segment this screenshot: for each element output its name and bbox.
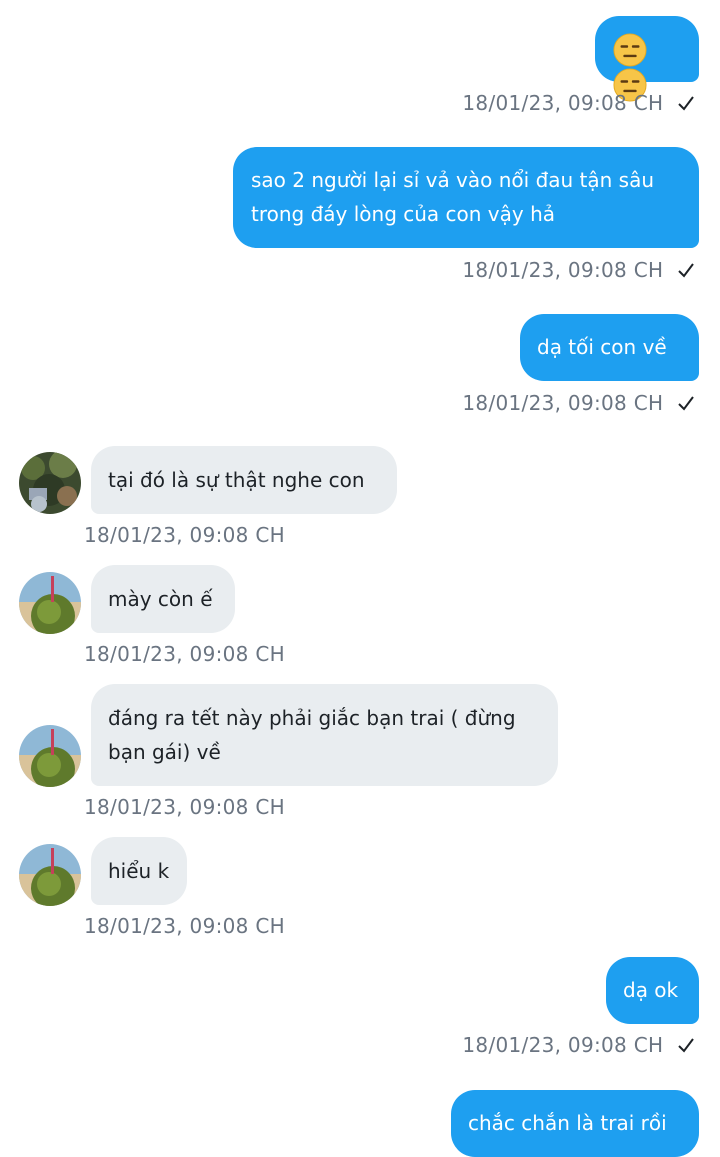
expressionless-face-icon [613, 32, 647, 67]
message-timestamp: 18/01/23, 09:08 CH [462, 390, 696, 416]
sent-check-icon [678, 396, 694, 411]
message-text: dạ ok [623, 978, 679, 1002]
sent-check-icon [678, 1038, 694, 1053]
avatar[interactable] [19, 572, 81, 634]
message-text: tại đó là sự thật nghe con [108, 468, 365, 492]
message-timestamp: 18/01/23, 09:08 CH [84, 522, 285, 548]
message-bubble-incoming[interactable]: tại đó là sự thật nghe con [91, 446, 397, 514]
message-text: hiểu k [108, 859, 170, 883]
message-timestamp: 18/01/23, 09:08 CH [462, 1032, 696, 1058]
message-text: sao 2 người lại sỉ vả vào nổi đau tận sâ… [251, 168, 655, 226]
timestamp-text: 18/01/23, 09:08 CH [462, 391, 664, 415]
message-timestamp: 18/01/23, 09:08 CH [462, 90, 696, 116]
message-timestamp: 18/01/23, 09:08 CH [84, 794, 285, 820]
avatar[interactable] [19, 725, 81, 787]
timestamp-text: 18/01/23, 09:08 CH [84, 795, 285, 819]
message-bubble-incoming[interactable]: đáng ra tết này phải giắc bạn trai ( đừn… [91, 684, 558, 786]
message-bubble-incoming[interactable]: hiểu k [91, 837, 187, 905]
timestamp-text: 18/01/23, 09:08 CH [84, 523, 285, 547]
message-timestamp: 18/01/23, 09:08 CH [84, 641, 285, 667]
timestamp-text: 18/01/23, 09:08 CH [84, 642, 285, 666]
message-timestamp: 18/01/23, 09:08 CH [84, 913, 285, 939]
message-bubble-outgoing[interactable]: dạ ok [606, 957, 699, 1024]
sent-check-icon [678, 263, 694, 278]
message-bubble-outgoing[interactable]: sao 2 người lại sỉ vả vào nổi đau tận sâ… [233, 147, 699, 248]
message-bubble-outgoing[interactable]: chắc chắn là trai rồi [451, 1090, 699, 1157]
timestamp-text: 18/01/23, 09:08 CH [462, 258, 664, 282]
avatar[interactable] [19, 844, 81, 906]
message-text: mày còn ế [108, 587, 213, 611]
timestamp-text: 18/01/23, 09:08 CH [462, 1033, 664, 1057]
message-bubble-outgoing[interactable]: 😑😑 [595, 16, 699, 102]
avatar-garden-image [19, 452, 81, 514]
message-text: dạ tối con về [537, 335, 667, 359]
avatar[interactable] [19, 452, 81, 514]
message-bubble-outgoing[interactable]: dạ tối con về [520, 314, 699, 381]
timestamp-text: 18/01/23, 09:08 CH [84, 914, 285, 938]
message-text: chắc chắn là trai rồi [468, 1111, 667, 1135]
avatar-coconut-beach-image [19, 725, 81, 787]
avatar-coconut-beach-image [19, 844, 81, 906]
timestamp-text: 18/01/23, 09:08 CH [462, 91, 664, 115]
message-text: đáng ra tết này phải giắc bạn trai ( đừn… [108, 706, 516, 764]
sent-check-icon [678, 96, 694, 111]
message-timestamp: 18/01/23, 09:08 CH [462, 257, 696, 283]
avatar-coconut-beach-image [19, 572, 81, 634]
message-bubble-incoming[interactable]: mày còn ế [91, 565, 235, 633]
